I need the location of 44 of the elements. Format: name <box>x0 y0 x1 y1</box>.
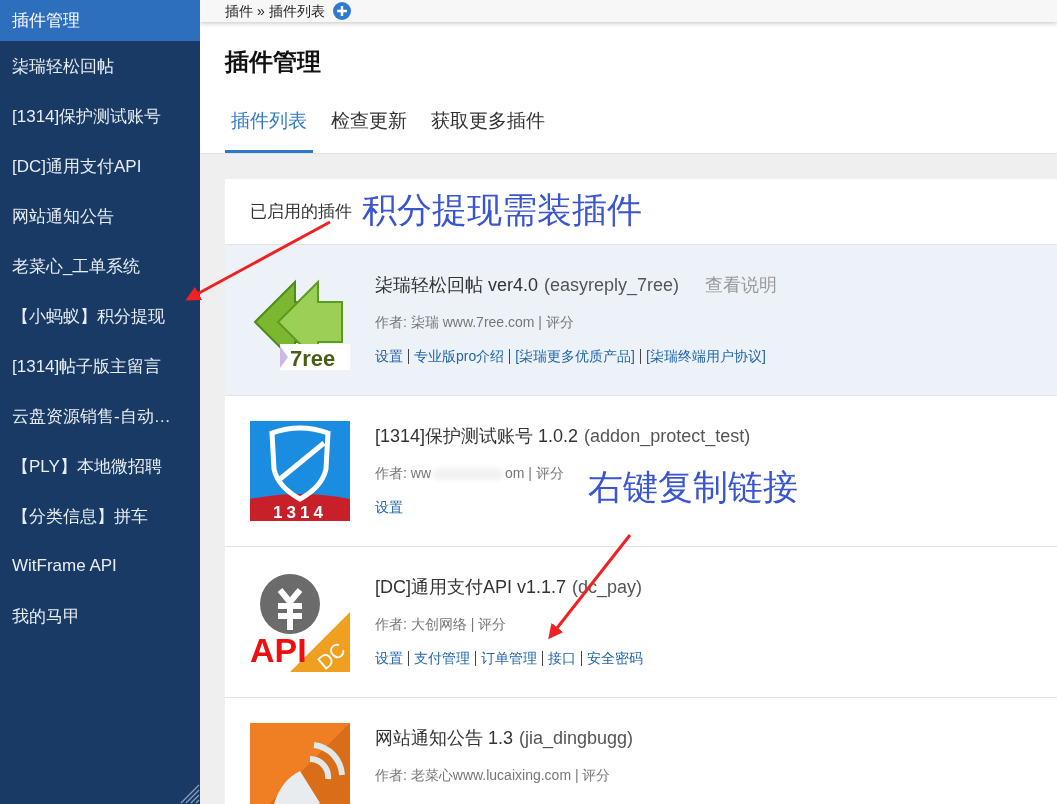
sidebar-item[interactable]: 【PLY】本地微招聘 <box>0 441 200 491</box>
plugin-link[interactable]: 订单管理 <box>475 650 542 666</box>
plugin-link[interactable]: [柒瑞终端用户协议] <box>640 348 771 364</box>
sidebar-item[interactable]: 网站通知公告 <box>0 191 200 241</box>
plugin-identifier: (jia_dingbugg) <box>519 728 634 749</box>
sidebar-item[interactable]: 【分类信息】拼车 <box>0 491 200 541</box>
plugin-name: [1314]保护测试账号 1.0.2 <box>375 425 579 448</box>
sidebar-item[interactable]: 老菜心_工单系统 <box>0 241 200 291</box>
plugin-link[interactable]: 接口 <box>542 650 581 666</box>
annotation-text: 积分提现需装插件 <box>362 190 642 230</box>
annotation-text: 右键复制链接 <box>588 467 798 507</box>
plugin-link[interactable]: 设置 <box>375 499 408 515</box>
sidebar-item[interactable]: WitFrame API <box>0 541 200 591</box>
sidebar-item[interactable]: 【小蚂蚁】积分提现 <box>0 291 200 341</box>
plugin-icon: 1314 <box>250 421 350 521</box>
plugin-identifier: (addon_protect_test) <box>584 426 751 447</box>
section-title: 已启用的插件 <box>250 201 352 223</box>
plugin-link[interactable]: [柒瑞更多优质产品] <box>509 348 640 364</box>
sidebar-item[interactable]: [1314]帖子版主留言 <box>0 341 200 391</box>
plugin-link[interactable]: 安全密码 <box>581 650 648 666</box>
tab[interactable]: 检查更新 <box>325 91 413 153</box>
sidebar-item[interactable]: 插件管理 <box>0 0 200 41</box>
plugin-author: 作者: 大创网络 | 评分 <box>375 615 508 634</box>
breadcrumb: 插件 » 插件列表 <box>225 3 325 19</box>
plugin-link[interactable]: 专业版pro介绍 <box>408 348 510 364</box>
plugin-identifier: (easyreply_7ree) <box>544 275 680 296</box>
tab[interactable]: 获取更多插件 <box>425 91 551 153</box>
plugin-link[interactable]: 支付管理 <box>408 650 475 666</box>
plugin-author: 作者: 柒瑞 www.7ree.com | 评分 <box>375 313 575 332</box>
sidebar-item[interactable]: [DC]通用支付API <box>0 141 200 191</box>
add-icon[interactable] <box>332 2 351 20</box>
resize-grip-icon[interactable] <box>178 782 200 804</box>
plugin-link[interactable]: 设置 <box>375 650 408 666</box>
plugin-name: 网站通知公告 1.3 <box>375 727 514 750</box>
sidebar-item[interactable]: 云盘资源销售-自动… <box>0 391 200 441</box>
page-title: 插件管理 <box>223 47 322 77</box>
plugin-name: 柒瑞轻松回帖 ver4.0 <box>375 274 539 297</box>
sidebar-item[interactable]: [1314]保护测试账号 <box>0 91 200 141</box>
tab[interactable]: 插件列表 <box>225 91 313 153</box>
plugin-link[interactable]: 设置 <box>375 348 408 364</box>
sidebar-item[interactable]: 我的马甲 <box>0 591 200 641</box>
sidebar-item[interactable]: 柒瑞轻松回帖 <box>0 41 200 91</box>
plugin-author: 作者: 老菜心www.lucaixing.com | 评分 <box>375 766 612 785</box>
plugin-name: [DC]通用支付API v1.1.7 <box>375 576 567 599</box>
